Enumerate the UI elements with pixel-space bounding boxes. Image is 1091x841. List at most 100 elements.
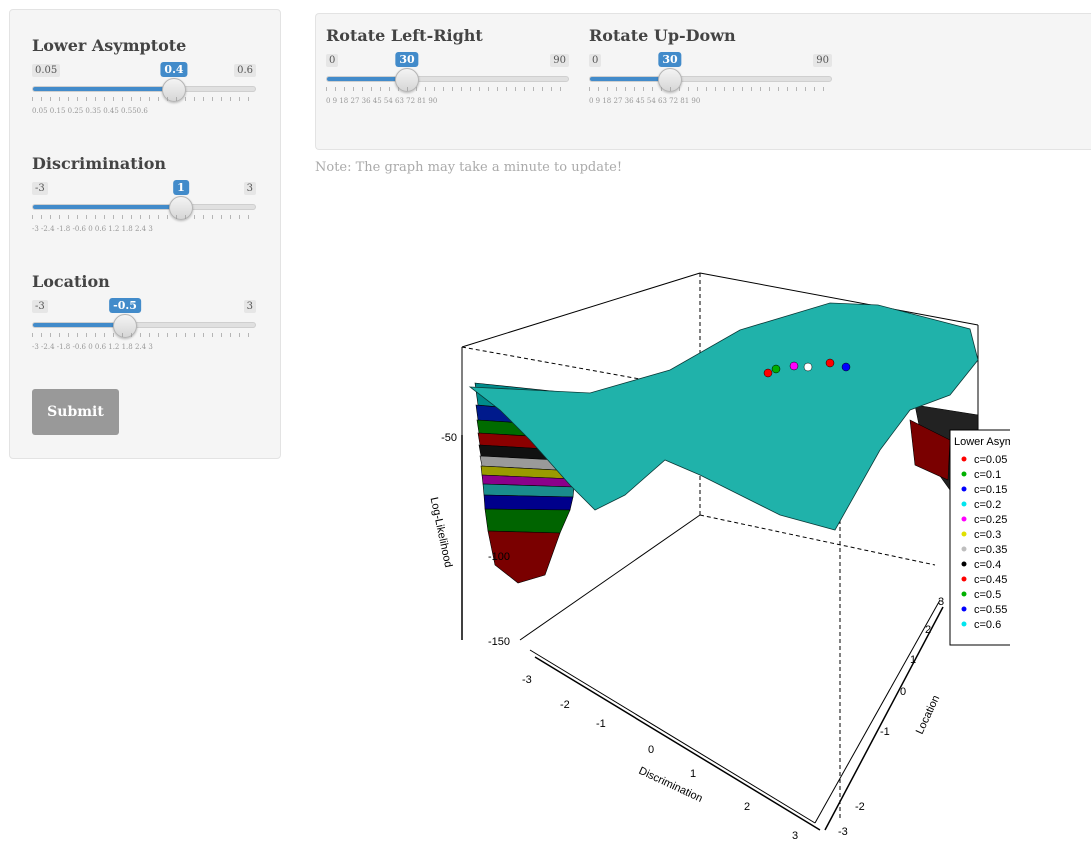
slider-label: Rotate Up-Down <box>589 26 736 45</box>
slider-tick-labels: 0.05 0.15 0.25 0.35 0.45 0.550.6 <box>32 107 148 115</box>
slider-label: Lower Asymptote <box>32 36 187 55</box>
surface-layer-c0.1 <box>484 508 571 534</box>
slider-min: 0 <box>326 54 339 67</box>
legend-label: c=0.55 <box>974 604 1007 616</box>
rotate-left-right-slider[interactable]: Rotate Left-Right 0 90 30 0 9 18 27 36 4… <box>326 26 569 126</box>
y-tick-label: -3 <box>838 826 848 838</box>
slider-label: Discrimination <box>32 154 166 173</box>
submit-button[interactable]: Submit <box>32 389 119 435</box>
legend-marker <box>961 621 967 627</box>
y-tick-label: -1 <box>880 726 890 738</box>
slider-fill <box>33 87 175 91</box>
location-slider[interactable]: Location -3 3 -0.5 -3 -2.4 -1.8 -0.6 0 0… <box>32 272 256 372</box>
legend-label: c=0.5 <box>974 589 1001 601</box>
y-tick-label: 0 <box>900 686 906 698</box>
slider-max: 3 <box>243 182 256 195</box>
legend-marker <box>961 561 967 567</box>
slider-ticks <box>32 97 256 105</box>
legend-label: c=0.3 <box>974 529 1001 541</box>
update-note: Note: The graph may take a minute to upd… <box>315 160 623 175</box>
mle-point <box>841 362 851 372</box>
y-axis: -3 -2 -1 0 1 2 3 Location <box>824 596 944 838</box>
x-tick-label: 3 <box>792 830 798 840</box>
slider-tick-labels: 0 9 18 27 36 45 54 63 72 81 90 <box>589 97 701 105</box>
y-tick-label: 2 <box>925 624 931 636</box>
lower-asymptote-slider[interactable]: Lower Asymptote 0.05 0.6 0.4 0.05 0.15 0… <box>32 36 256 136</box>
slider-max: 90 <box>550 54 569 67</box>
mle-point <box>803 362 813 372</box>
legend-marker <box>961 471 967 477</box>
slider-tick-labels: -3 -2.4 -1.8 -0.6 0 0.6 1.2 1.8 2.4 3 <box>32 343 153 351</box>
legend-label: c=0.1 <box>974 469 1001 481</box>
slider-min: 0.05 <box>32 64 61 77</box>
x-tick-label: 1 <box>690 768 696 780</box>
legend-marker <box>961 516 967 522</box>
legend-label: c=0.35 <box>974 544 1007 556</box>
x-tick-label: -2 <box>560 699 570 711</box>
legend-label: c=0.25 <box>974 514 1007 526</box>
legend-title: Lower Asymptote <box>954 436 1010 448</box>
slider-max: 3 <box>243 300 256 313</box>
discrimination-slider[interactable]: Discrimination -3 3 1 -3 -2.4 -1.8 -0.6 … <box>32 154 256 254</box>
legend-marker <box>961 546 967 552</box>
y-tick-label: 3 <box>938 596 944 608</box>
slider-label: Location <box>32 272 110 291</box>
box-edge <box>814 599 941 824</box>
slider-fill <box>33 205 182 209</box>
legend-label: c=0.45 <box>974 574 1007 586</box>
mle-point <box>825 358 835 368</box>
slider-ticks <box>589 87 832 95</box>
slider-value: 0.4 <box>160 62 188 77</box>
slider-tick-labels: 0 9 18 27 36 45 54 63 72 81 90 <box>326 97 438 105</box>
surface-layers <box>468 302 979 584</box>
legend-label: c=0.6 <box>974 619 1001 631</box>
z-tick-label: -50 <box>441 432 457 444</box>
z-tick-label: -150 <box>488 636 510 648</box>
slider-track[interactable] <box>589 76 832 82</box>
x-axis: -3 -2 -1 0 1 2 3 Discrimination <box>522 656 821 840</box>
legend-marker <box>961 486 967 492</box>
legend-marker <box>961 531 967 537</box>
slider-max: 90 <box>813 54 832 67</box>
surface-layer-c0.15 <box>483 494 574 511</box>
box-edge <box>461 272 701 348</box>
slider-track[interactable] <box>32 322 256 328</box>
mle-point <box>771 364 781 374</box>
x-tick-label: -1 <box>596 718 606 730</box>
slider-min: -3 <box>32 182 48 195</box>
legend-marker <box>961 456 967 462</box>
slider-value: 1 <box>173 180 189 195</box>
legend-marker <box>961 501 967 507</box>
x-axis-line <box>534 656 821 831</box>
mle-point <box>789 361 799 371</box>
slider-value: 30 <box>395 52 419 67</box>
z-tick-label: -100 <box>488 551 510 563</box>
slider-value: 30 <box>658 52 682 67</box>
slider-track[interactable] <box>326 76 569 82</box>
legend: Lower Asymptote c=0.05 c=0.1 c=0.15 c=0.2 c=… <box>949 429 1010 646</box>
rotate-up-down-slider[interactable]: Rotate Up-Down 0 90 30 0 9 18 27 36 45 5… <box>589 26 832 126</box>
legend-marker <box>961 606 967 612</box>
x-tick-label: 2 <box>744 801 750 813</box>
legend-label: c=0.15 <box>974 484 1007 496</box>
slider-min: 0 <box>589 54 602 67</box>
slider-track[interactable] <box>32 86 256 92</box>
slider-label: Rotate Left-Right <box>326 26 483 45</box>
mle-point <box>763 368 773 378</box>
slider-ticks <box>326 87 569 95</box>
y-tick-label: -2 <box>855 801 865 813</box>
x-tick-label: -3 <box>522 674 532 686</box>
slider-tick-labels: -3 -2.4 -1.8 -0.6 0 0.6 1.2 1.8 2.4 3 <box>32 225 153 233</box>
legend-label: c=0.4 <box>974 559 1001 571</box>
slider-ticks <box>32 215 256 223</box>
y-axis-label: Location <box>914 693 942 736</box>
log-likelihood-surface-plot: -50 -100 -150 Log-Likelihood -3 -2 -1 0 … <box>428 272 1010 840</box>
slider-min: -3 <box>32 300 48 313</box>
x-tick-label: 0 <box>648 744 654 756</box>
box-edge <box>529 649 816 824</box>
slider-track[interactable] <box>32 204 256 210</box>
slider-ticks <box>32 333 256 341</box>
z-axis-label: Log-Likelihood <box>428 496 455 568</box>
y-tick-label: 1 <box>910 654 916 666</box>
legend-marker <box>961 591 967 597</box>
